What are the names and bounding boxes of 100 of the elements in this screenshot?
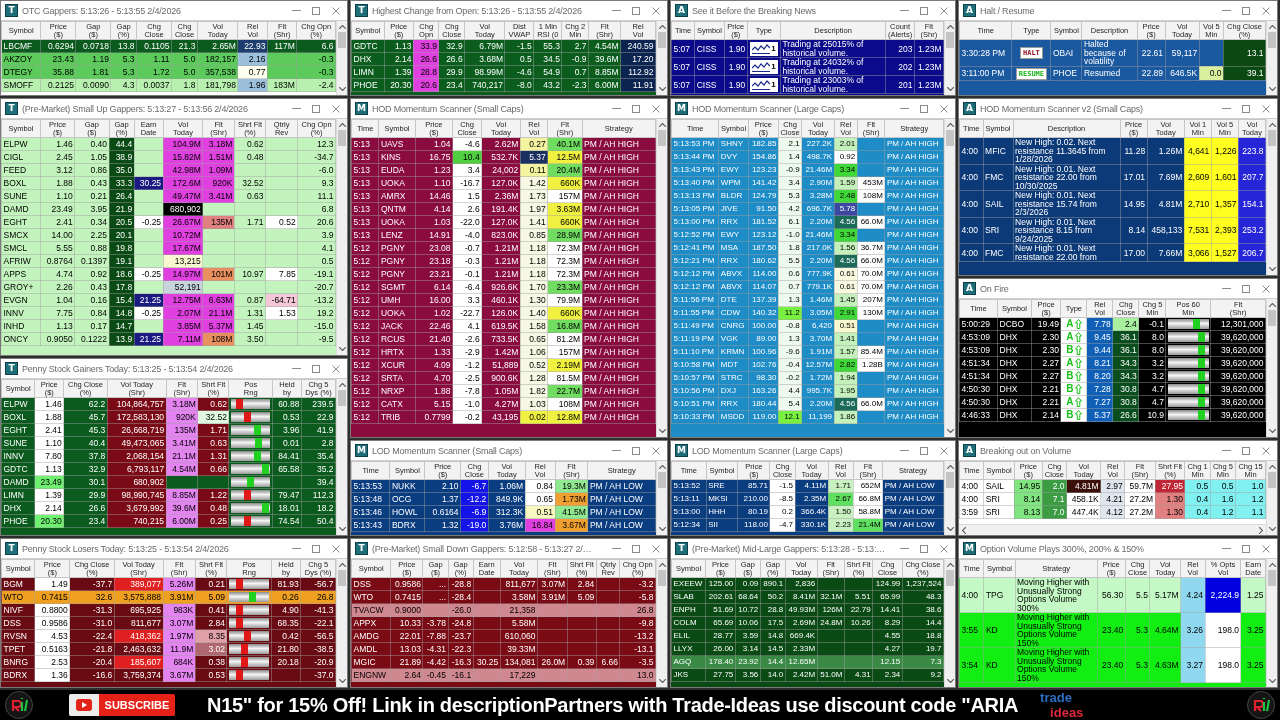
scrollbar-thumb[interactable] [946,472,954,488]
table-cell: 4.90 [271,603,301,617]
vertical-scrollbar[interactable] [1266,119,1277,275]
scrollbar-thumb[interactable] [1268,310,1276,326]
table-cell: 4:46:33 [959,408,998,422]
scrollbar-thumb[interactable] [946,32,954,48]
vertical-scrollbar[interactable] [656,559,667,687]
subscribe-button[interactable]: SUBSCRIBE [69,694,175,716]
table-cell: 3.70M [801,332,835,346]
table-cell: 4:00 [959,243,984,262]
scrollbar-thumb[interactable] [1268,472,1276,488]
vertical-scrollbar[interactable] [656,21,667,95]
table-cell: 11,199 [801,410,835,424]
caret-up-icon [658,465,666,469]
table-cell: 0.85 [520,228,548,242]
scrollbar-thumb[interactable] [658,570,666,586]
table-cell: 5:12:21 PM [671,254,719,268]
scrollbar-thumb[interactable] [658,472,666,488]
table-cell: 5:10:33 PM [671,410,719,424]
table-cell: 5:12 [351,306,379,320]
scrollbar-thumb[interactable] [946,570,954,586]
table-cell: 4.14 [415,202,453,216]
minimize-icon [1221,10,1231,11]
alert-letter: B [1066,409,1074,420]
app-logo: T [5,4,18,17]
scrollbar-thumb[interactable] [1268,570,1276,586]
vertical-scrollbar[interactable] [656,461,667,535]
table-cell: 2.33M [785,642,818,656]
scrollbar-thumb[interactable] [338,130,346,146]
scrollbar-thumb[interactable] [658,32,666,48]
scrollbar-thumb[interactable] [1268,130,1276,146]
vertical-scrollbar[interactable] [1266,299,1277,437]
scrollbar-thumb[interactable] [946,130,954,146]
table-cell: 2.64 [390,668,423,682]
table-cell: OCG [389,492,425,506]
table-cell: PM / AH HIGH [884,319,944,333]
table-cell: 1.02 [415,306,453,320]
table-cell: EVGN [1,293,41,307]
vertical-scrollbar[interactable] [944,461,955,535]
vertical-scrollbar[interactable] [944,559,955,687]
table-cell: 5:12 [351,332,379,346]
table-cell: -1.0 [778,228,802,242]
table-cell: 14.4 [760,655,786,669]
table-cell: 5:11:10 PM [671,345,719,359]
table-cell: SII [706,518,738,532]
table-cell: 5:11:49 PM [671,319,719,333]
vertical-scrollbar[interactable] [336,379,347,535]
table-cell: -20.4 [69,655,115,669]
table-cell: -19.1 [297,267,336,281]
scrollbar-thumb[interactable] [338,570,346,586]
table-cell: 0.65 [520,332,548,346]
vertical-scrollbar[interactable] [336,119,347,355]
table-cell: 26.6 [438,52,465,66]
vertical-scrollbar[interactable] [656,119,667,437]
table-cell: ELPW [1,397,35,411]
table-cell: -31.3 [69,603,115,617]
table-cell: PM / AH HIGH [884,358,944,372]
table-cell: 23.08 [415,241,453,255]
vertical-scrollbar[interactable] [1266,21,1277,95]
scrollbar-thumb[interactable] [1268,32,1276,48]
table-cell: 4:51:34 [959,356,998,370]
table-cell: 23.4 [63,514,108,528]
table-cell: 7.69M [1147,164,1185,191]
table-cell: 2,836 [785,577,818,591]
table-cell: 39,620,000 [1210,382,1266,396]
table-cell: SMCX [1,228,41,242]
vertical-scrollbar[interactable] [336,559,347,687]
table-cell: 1.88 [415,384,453,398]
table-cell: Trading at 23003% of historical volume. [780,75,886,94]
table-cell: 181,798 [197,78,238,92]
table-cell: 100.96 [748,345,779,359]
horizontal-scrollbar[interactable] [959,524,1266,535]
vertical-scrollbar[interactable] [1266,559,1277,687]
table-cell: -23.7 [448,629,474,643]
table-cell: ENGNW [351,668,391,682]
vertical-scrollbar[interactable] [336,21,347,95]
table-cell: 3.25 [1241,647,1266,683]
table-cell: 23.4 [438,78,465,92]
scrollbar-thumb[interactable] [338,32,346,48]
close-icon [652,104,660,113]
table-cell: 5:00:29 [959,317,998,331]
vertical-scrollbar[interactable] [944,21,955,95]
table-cell: 21.89 [390,655,423,669]
table-cell: 51.69 [705,603,736,617]
table-cell: 10.72 [735,603,761,617]
table-cell: 777.9K [801,267,835,281]
table-cell: PM / AH HIGH [582,228,656,242]
vertical-scrollbar[interactable] [944,119,955,437]
scrollbar-thumb[interactable] [658,130,666,146]
table-cell: 14.4 [902,616,944,630]
table-cell: 81.93 [271,577,301,591]
scrollbar-thumb[interactable] [338,390,346,406]
table-cell: 1.42M [481,345,521,359]
table-cell: RRX [718,215,749,229]
app-logo: T [355,542,368,555]
table-cell: 532.7K [481,150,521,164]
table-cell: 56.30 [1097,577,1126,613]
table-cell: 5:13:48 [351,492,390,506]
table-cell: 4.2 [778,202,802,216]
vertical-scrollbar[interactable] [1266,461,1277,535]
